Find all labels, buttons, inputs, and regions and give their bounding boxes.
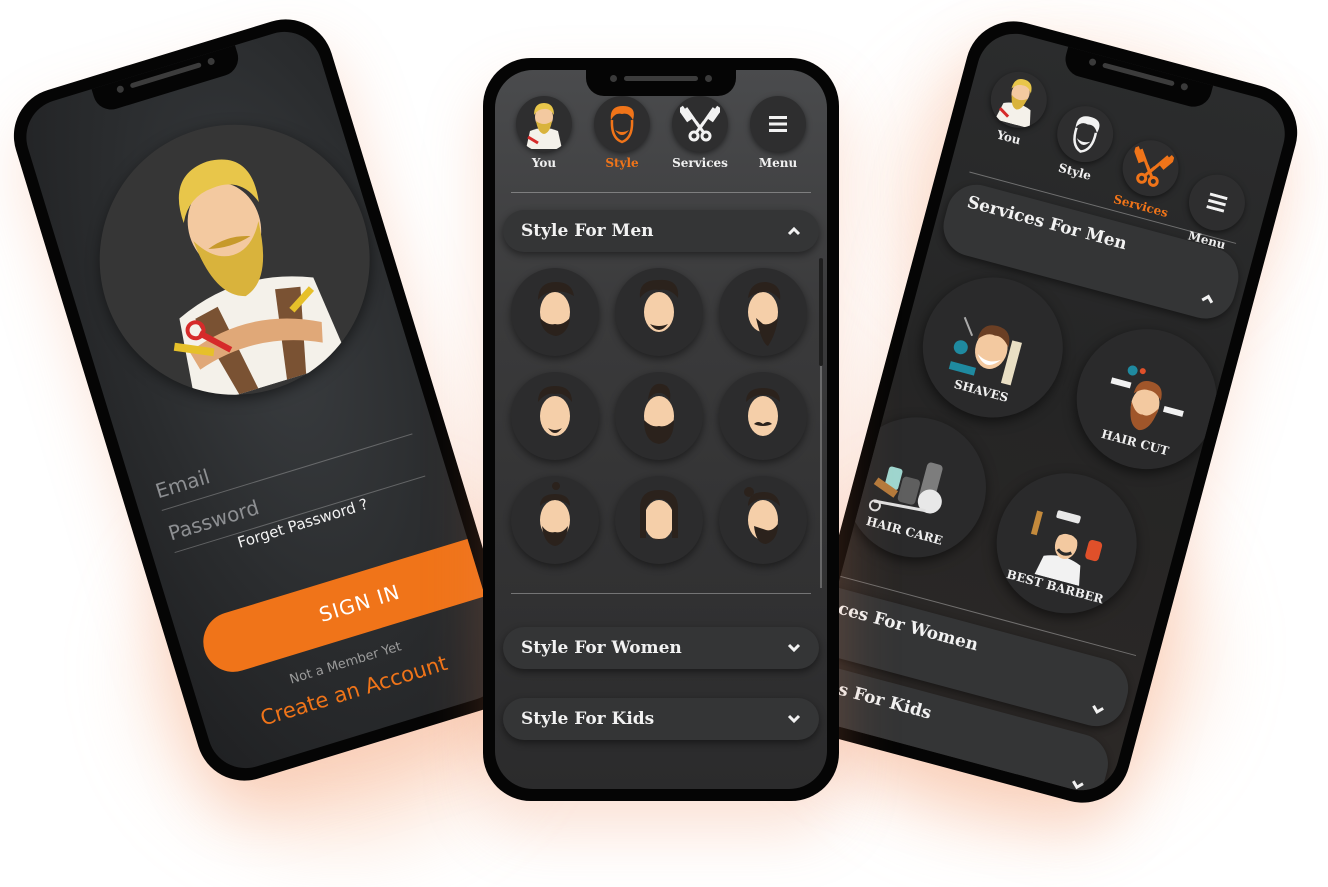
- scissors-comb-icon: [1116, 134, 1186, 203]
- hairstyle-face-icon: [540, 482, 570, 546]
- nav-label: You: [531, 156, 557, 170]
- camera-dot: [115, 84, 125, 94]
- nav-services[interactable]: Services: [665, 96, 735, 170]
- style-top-nav: You Style Services Menu: [509, 96, 813, 170]
- hairstyle-grid: [511, 268, 807, 564]
- nav-label: Menu: [758, 156, 798, 170]
- hamburger-menu-icon: [750, 96, 806, 152]
- barber-avatar-icon: [984, 65, 1054, 135]
- accordion-style-for-men[interactable]: Style For Men: [503, 210, 819, 252]
- phone-services-screen: You Style Services Menu Services For Men…: [788, 10, 1308, 814]
- camera-dot: [610, 75, 617, 82]
- accordion-style-for-women[interactable]: Style For Women: [503, 627, 819, 669]
- nav-label: Services: [1111, 192, 1170, 220]
- chevron-down-icon[interactable]: [787, 641, 801, 655]
- sensor-dot: [206, 57, 216, 66]
- service-hair-care[interactable]: HAIR CARE: [830, 401, 1002, 574]
- accordion-title: Style For Women: [521, 638, 682, 658]
- camera-dot: [1088, 57, 1097, 67]
- service-hair-cut[interactable]: HAIR CUT: [1060, 313, 1233, 485]
- phone-notch: [90, 43, 243, 114]
- chevron-up-icon[interactable]: [1199, 290, 1216, 307]
- hairstyle-face-icon: [538, 282, 574, 336]
- chevron-down-icon[interactable]: [1069, 777, 1086, 794]
- accordion-title: Style For Men: [521, 221, 654, 241]
- divider: [511, 192, 811, 193]
- phone-notch: [586, 70, 736, 96]
- services-screen: You Style Services Menu Services For Men…: [802, 25, 1294, 799]
- hamburger-menu-icon: [1182, 168, 1252, 237]
- scrollbar-thumb[interactable]: [819, 258, 823, 366]
- service-best-barber[interactable]: BEST BARBER: [980, 457, 1153, 630]
- chevron-down-icon[interactable]: [1089, 701, 1106, 718]
- login-screen: Email Password Forget Password ? SIGN IN…: [16, 22, 514, 778]
- sensor-dot: [1180, 82, 1189, 91]
- beard-face-icon: [1050, 99, 1120, 169]
- phone-login-screen: Email Password Forget Password ? SIGN IN…: [1, 7, 529, 793]
- hairstyle-face-icon: [746, 388, 780, 436]
- barber-avatar-icon: [516, 96, 572, 152]
- nav-label: Services: [672, 156, 728, 170]
- hairstyle-face-icon: [640, 490, 678, 540]
- service-shaves[interactable]: SHAVES: [907, 261, 1079, 434]
- chevron-up-icon[interactable]: [787, 224, 801, 238]
- hairstyle-quiff-chin-beard[interactable]: [615, 268, 703, 356]
- speaker-grill: [1102, 62, 1175, 87]
- hairstyle-slick-back-long-beard[interactable]: [719, 268, 807, 356]
- nav-menu[interactable]: Menu: [743, 96, 813, 170]
- speaker-grill: [129, 62, 202, 89]
- hairstyle-man-bun-beard[interactable]: [719, 476, 807, 564]
- hairstyle-side-part-mustache[interactable]: [719, 372, 807, 460]
- hairstyle-undercut-full-beard[interactable]: [511, 268, 599, 356]
- chevron-down-icon[interactable]: [787, 712, 801, 726]
- style-screen: You Style Services Menu Style For Men St…: [495, 70, 827, 789]
- accordion-title: Style For Kids: [521, 709, 655, 729]
- nav-label: Style: [1056, 160, 1093, 183]
- hairstyle-face-icon: [748, 282, 781, 346]
- beard-face-icon: [594, 96, 650, 152]
- hairstyle-face-icon: [639, 279, 679, 332]
- nav-style[interactable]: Style: [587, 96, 657, 170]
- scissors-comb-icon: [672, 96, 728, 152]
- hairstyle-top-knot-beard[interactable]: [511, 476, 599, 564]
- speaker-grill: [624, 76, 698, 81]
- sensor-dot: [705, 75, 712, 82]
- nav-label: Style: [605, 156, 639, 170]
- nav-you[interactable]: You: [509, 96, 579, 170]
- barber-mascot-icon: [173, 159, 350, 408]
- barber-mascot-avatar: [66, 91, 404, 429]
- hairstyle-face-icon: [538, 386, 572, 436]
- accordion-style-for-kids[interactable]: Style For Kids: [503, 698, 819, 740]
- hairstyle-face-icon: [744, 487, 780, 544]
- phone-style-screen: You Style Services Menu Style For Men St…: [483, 58, 839, 801]
- hairstyle-face-icon: [644, 383, 674, 444]
- divider: [511, 593, 811, 594]
- nav-label: You: [995, 127, 1023, 148]
- hairstyle-mohawk-full-beard[interactable]: [615, 372, 703, 460]
- hairstyle-pompadour-goatee[interactable]: [511, 372, 599, 460]
- hairstyle-long-hair-stubble[interactable]: [615, 476, 703, 564]
